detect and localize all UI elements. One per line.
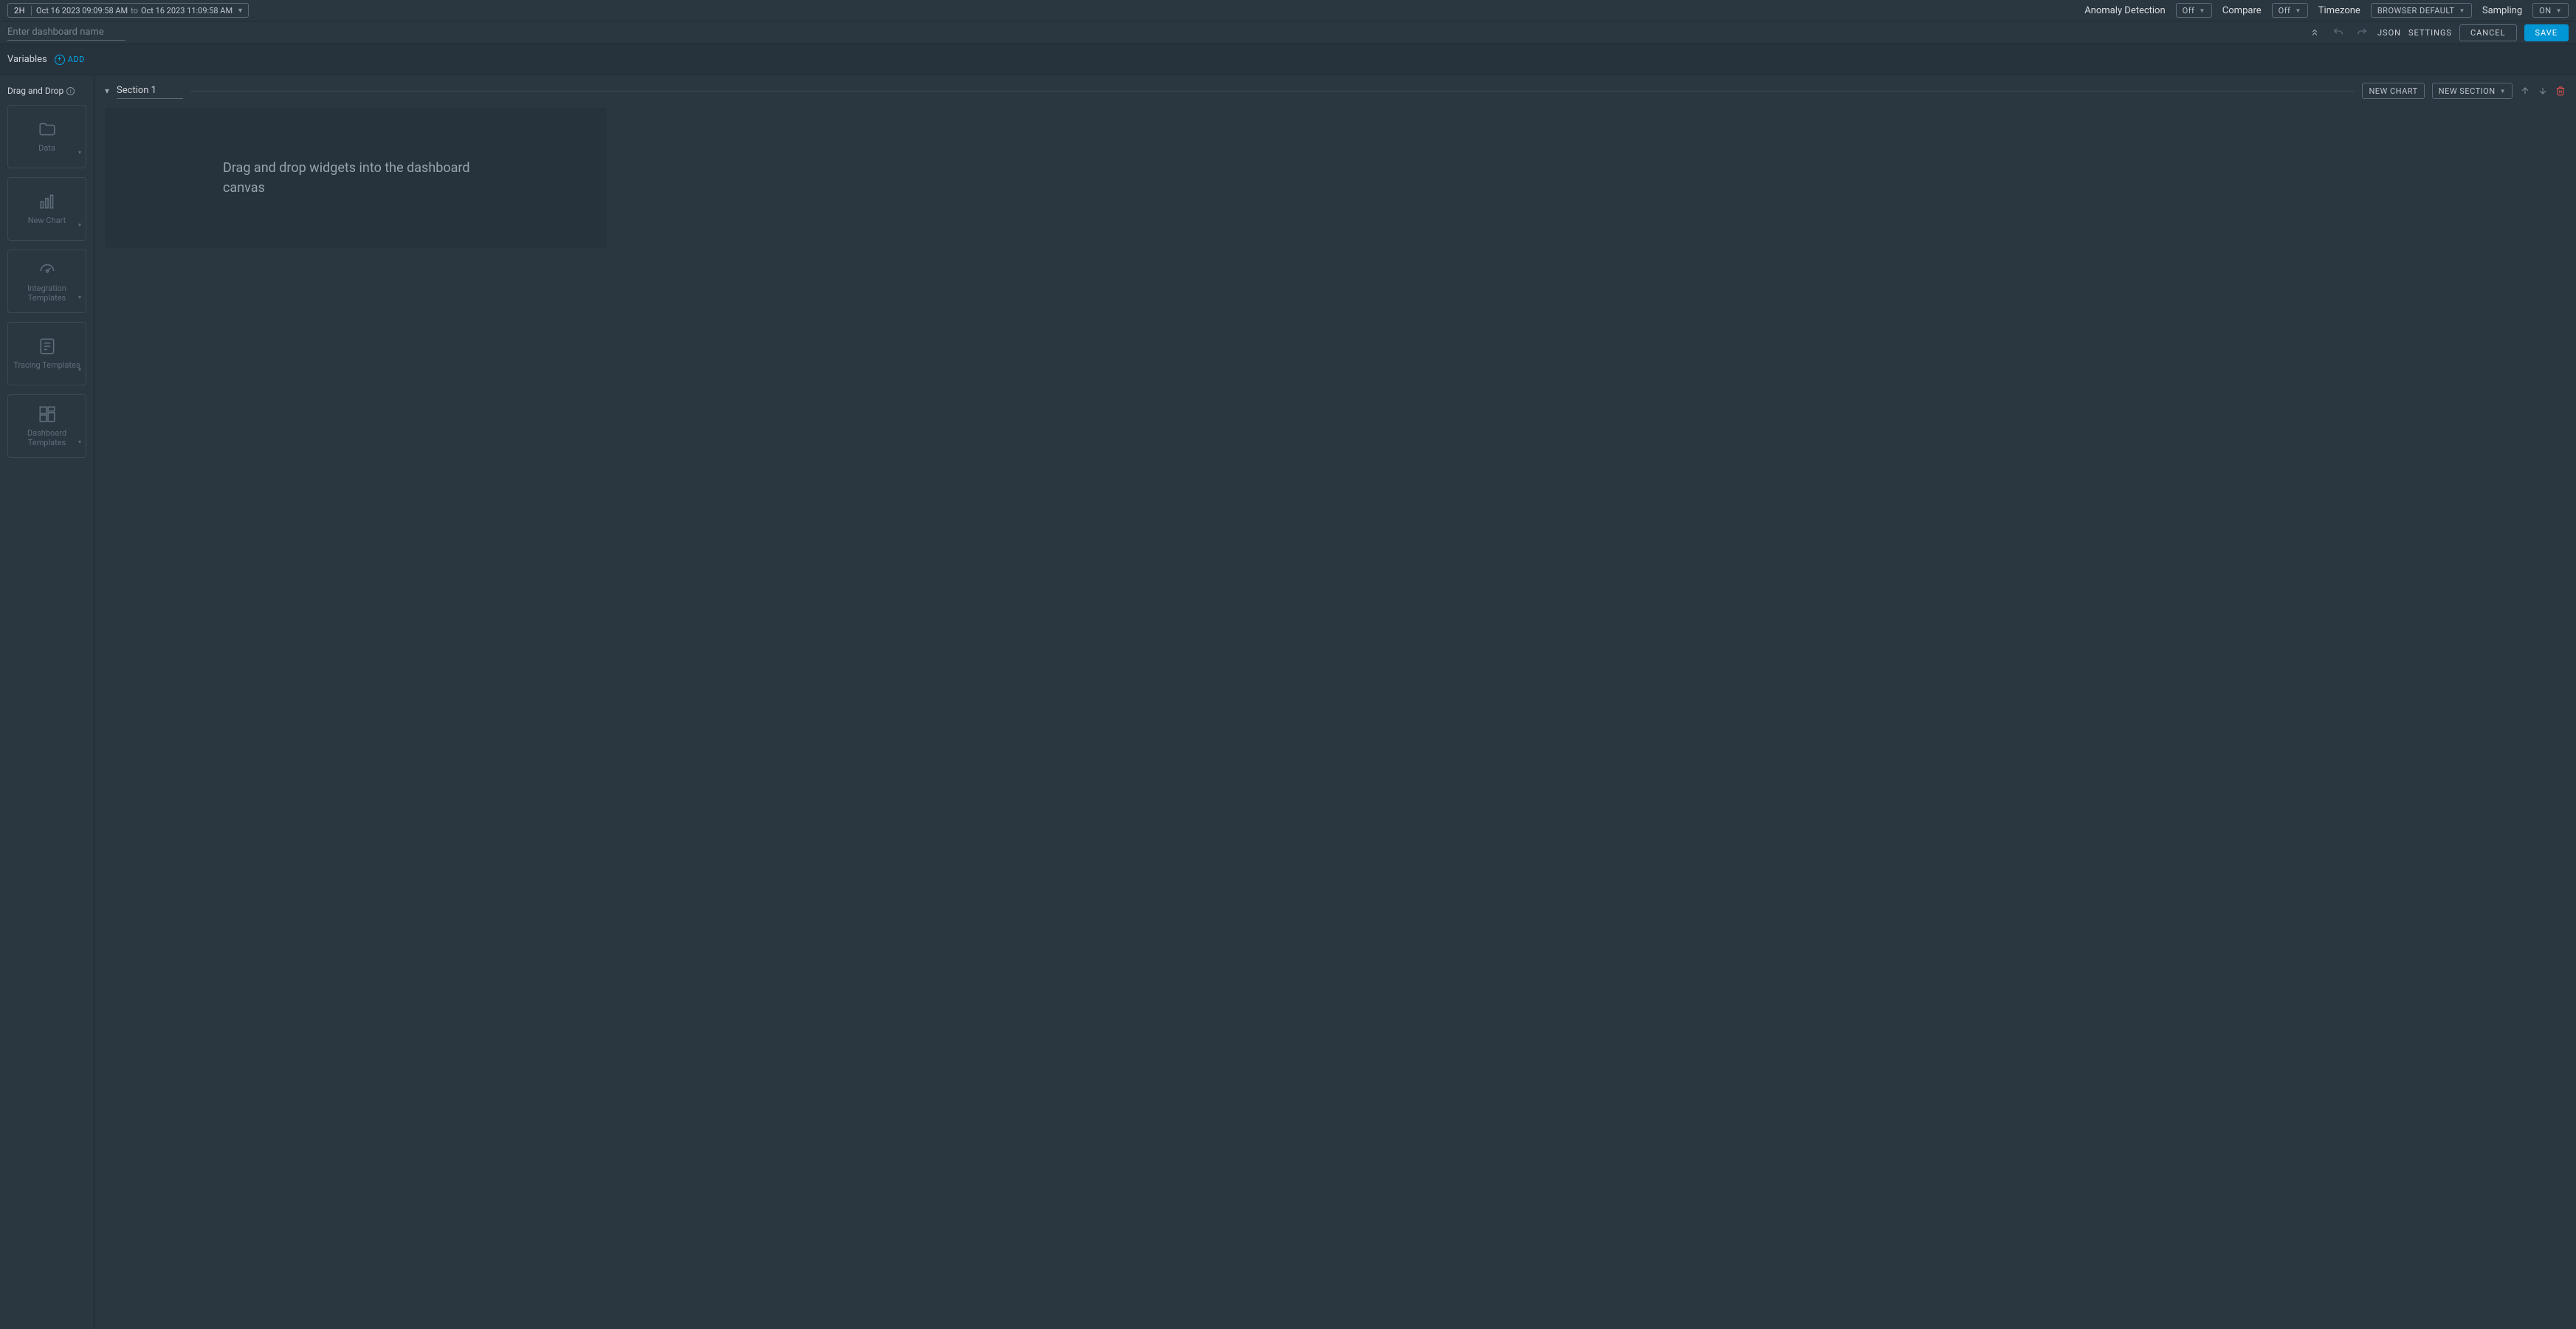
widget-tile-dashboard-templates[interactable]: Dashboard Templates ▾ [7, 394, 86, 458]
delete-section-button[interactable] [2555, 86, 2566, 96]
drop-zone-placeholder: Drag and drop widgets into the dashboard… [223, 158, 489, 198]
chevron-down-icon: ▾ [78, 366, 81, 373]
add-variable-button[interactable]: + ADD [55, 55, 85, 65]
settings-button[interactable]: SETTINGS [2408, 28, 2452, 38]
info-icon[interactable]: i [66, 87, 75, 95]
folder-icon [36, 120, 58, 139]
add-variable-label: ADD [68, 55, 85, 64]
section-divider [190, 91, 2355, 92]
document-lines-icon [36, 337, 58, 356]
time-range-dates: Oct 16 2023 09:09:58 AM to Oct 16 2023 1… [32, 6, 248, 16]
sidebar-title: Drag and Drop i [7, 86, 86, 96]
save-button[interactable]: SAVE [2524, 24, 2569, 41]
section-collapse-toggle[interactable]: ▾ [105, 86, 109, 96]
widget-tile-data[interactable]: Data ▾ [7, 105, 86, 168]
name-bar-right: JSON SETTINGS CANCEL SAVE [2307, 24, 2569, 41]
top-bar: 2H Oct 16 2023 09:09:58 AM to Oct 16 202… [0, 0, 2576, 21]
chevron-down-icon: ▼ [237, 7, 244, 15]
chevron-down-icon: ▼ [2500, 88, 2506, 95]
widget-tile-new-chart[interactable]: New Chart ▾ [7, 177, 86, 241]
time-range-end: Oct 16 2023 11:09:58 AM [141, 6, 233, 16]
widget-tile-label: Tracing Templates [10, 360, 83, 370]
anomaly-detection-toggle[interactable]: Off ▼ [2176, 3, 2212, 18]
redo-button[interactable] [2354, 24, 2370, 41]
new-section-label: NEW SECTION [2439, 86, 2496, 96]
sampling-value: ON [2539, 6, 2551, 16]
time-range-start: Oct 16 2023 09:09:58 AM [36, 6, 128, 16]
variables-bar: Variables + ADD [0, 44, 2576, 75]
chevron-down-icon: ▼ [2459, 7, 2465, 14]
compare-value: Off [2279, 6, 2291, 16]
chevron-down-icon: ▼ [2295, 7, 2301, 14]
new-section-button[interactable]: NEW SECTION ▼ [2432, 83, 2513, 99]
canvas-area: ▾ NEW CHART NEW SECTION ▼ [94, 75, 2576, 1329]
timezone-label: Timezone [2318, 5, 2360, 16]
timezone-select[interactable]: BROWSER DEFAULT ▼ [2371, 3, 2472, 18]
bar-chart-icon [36, 192, 58, 211]
compare-toggle[interactable]: Off ▼ [2272, 3, 2308, 18]
new-chart-button[interactable]: NEW CHART [2362, 83, 2424, 99]
chevron-down-icon: ▾ [78, 439, 81, 445]
time-range-to: to [131, 6, 138, 16]
widget-tile-label: Dashboard Templates [8, 428, 86, 447]
move-section-down-button[interactable] [2538, 86, 2548, 96]
time-range-picker[interactable]: 2H Oct 16 2023 09:09:58 AM to Oct 16 202… [7, 3, 249, 18]
timezone-value: BROWSER DEFAULT [2377, 6, 2455, 16]
chevron-down-icon: ▾ [78, 222, 81, 228]
section-header: ▾ NEW CHART NEW SECTION ▼ [105, 83, 2566, 99]
dashboard-grid-icon [36, 405, 58, 424]
undo-button[interactable] [2330, 24, 2346, 41]
dashboard-name-input[interactable] [7, 24, 125, 41]
name-bar: JSON SETTINGS CANCEL SAVE [0, 21, 2576, 44]
widget-tile-label: Integration Templates [8, 284, 86, 303]
variables-label: Variables [7, 54, 47, 65]
top-bar-right: Anomaly Detection Off ▼ Compare Off ▼ Ti… [2084, 3, 2569, 18]
chevron-down-icon: ▼ [2199, 7, 2205, 14]
new-chart-label: NEW CHART [2369, 86, 2417, 96]
sidebar-title-text: Drag and Drop [7, 86, 63, 96]
widget-tile-integration-templates[interactable]: Integration Templates ▾ [7, 250, 86, 313]
chevron-down-icon: ▾ [78, 149, 81, 156]
collapse-panel-button[interactable] [2307, 24, 2323, 41]
sampling-label: Sampling [2482, 5, 2522, 16]
widget-tile-label: New Chart [25, 216, 69, 225]
section-actions: NEW CHART NEW SECTION ▼ [2362, 83, 2566, 99]
section-name-input[interactable] [117, 83, 183, 99]
widget-tile-tracing-templates[interactable]: Tracing Templates ▾ [7, 322, 86, 385]
move-section-up-button[interactable] [2520, 86, 2530, 96]
widget-tile-label: Data [35, 143, 58, 153]
canvas-drop-zone[interactable]: Drag and drop widgets into the dashboard… [105, 108, 607, 248]
time-range-duration: 2H [8, 6, 32, 16]
anomaly-detection-value: Off [2183, 6, 2195, 16]
compare-label: Compare [2222, 5, 2262, 16]
chevron-down-icon: ▼ [2556, 7, 2562, 14]
main-area: Drag and Drop i Data ▾ New Chart ▾ Integ… [0, 75, 2576, 1329]
anomaly-detection-label: Anomaly Detection [2084, 5, 2165, 16]
json-button[interactable]: JSON [2377, 28, 2401, 38]
plus-icon: + [55, 55, 65, 65]
sampling-toggle[interactable]: ON ▼ [2532, 3, 2569, 18]
widget-sidebar: Drag and Drop i Data ▾ New Chart ▾ Integ… [0, 75, 94, 1329]
chevron-down-icon: ▾ [78, 294, 81, 301]
cancel-button[interactable]: CANCEL [2459, 24, 2517, 41]
gauge-icon [36, 260, 58, 279]
